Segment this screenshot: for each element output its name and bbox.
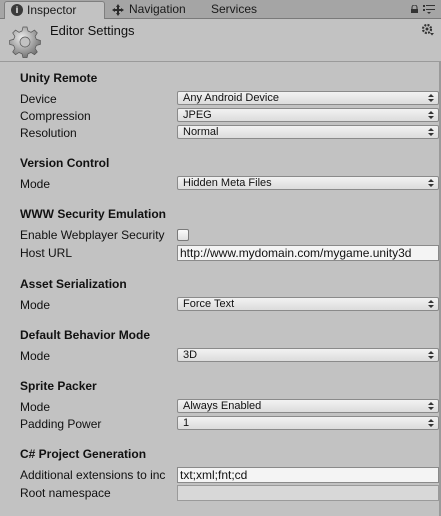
section-www-security: WWW Security Emulation — [20, 207, 167, 221]
sprite-mode-label: Mode — [20, 400, 51, 414]
tab-label: Navigation — [129, 2, 186, 16]
host-url-input[interactable]: http://www.mydomain.com/mygame.unity3d — [177, 245, 439, 261]
device-label: Device — [20, 92, 57, 106]
dropdown-arrows-icon — [428, 179, 434, 187]
host-url-label: Host URL — [20, 246, 73, 260]
enable-webplayer-security-checkbox[interactable] — [177, 229, 189, 241]
vc-mode-label: Mode — [20, 177, 51, 191]
info-icon: i — [11, 4, 23, 16]
enable-webplayer-security-label: Enable Webplayer Security — [20, 228, 165, 242]
device-value: Any Android Device — [183, 92, 279, 104]
resolution-value: Normal — [183, 126, 219, 138]
compression-dropdown[interactable]: JPEG — [177, 108, 439, 122]
navigation-icon — [112, 4, 124, 16]
dropdown-arrows-icon — [428, 419, 434, 427]
lock-icon[interactable] — [410, 5, 419, 13]
section-csharp-project: C# Project Generation — [20, 447, 147, 461]
device-dropdown[interactable]: Any Android Device — [177, 91, 439, 105]
tab-navigation[interactable]: Navigation — [112, 1, 186, 19]
resolution-dropdown[interactable]: Normal — [177, 125, 439, 139]
compression-value: JPEG — [183, 109, 212, 121]
additional-extensions-label: Additional extensions to inc — [20, 468, 166, 482]
inspector-header: Editor Settings — [0, 19, 441, 62]
sprite-mode-dropdown[interactable]: Always Enabled — [177, 399, 439, 413]
section-sprite-packer: Sprite Packer — [20, 379, 97, 393]
dropdown-arrows-icon — [428, 111, 434, 119]
behavior-mode-value: 3D — [183, 349, 198, 361]
serialization-mode-value: Force Text — [183, 298, 235, 310]
dropdown-arrows-icon — [428, 402, 434, 410]
padding-power-value: 1 — [183, 417, 190, 429]
padding-power-dropdown[interactable]: 1 — [177, 416, 439, 430]
behavior-mode-dropdown[interactable]: 3D — [177, 348, 439, 362]
gear-icon — [9, 26, 41, 58]
compression-label: Compression — [20, 109, 91, 123]
dropdown-arrows-icon — [428, 300, 434, 308]
serialization-mode-dropdown[interactable]: Force Text — [177, 297, 439, 311]
resolution-label: Resolution — [20, 126, 77, 140]
vc-mode-dropdown[interactable]: Hidden Meta Files — [177, 176, 439, 190]
dropdown-arrows-icon — [428, 128, 434, 136]
tab-bar: i Inspector Navigation Services — [0, 0, 441, 19]
behavior-mode-label: Mode — [20, 349, 51, 363]
tab-label: Services — [211, 2, 258, 16]
padding-power-label: Padding Power — [20, 417, 102, 431]
root-namespace-label: Root namespace — [20, 486, 111, 500]
settings-gear-icon[interactable] — [421, 23, 434, 36]
menu-icon[interactable] — [423, 4, 435, 14]
serialization-mode-label: Mode — [20, 298, 51, 312]
section-asset-serialization: Asset Serialization — [20, 277, 127, 291]
tab-inspector[interactable]: i Inspector — [4, 1, 105, 19]
dropdown-arrows-icon — [428, 94, 434, 102]
root-namespace-input[interactable] — [177, 485, 439, 501]
sprite-mode-value: Always Enabled — [183, 400, 262, 412]
section-unity-remote: Unity Remote — [20, 71, 98, 85]
additional-extensions-input[interactable]: txt;xml;fnt;cd — [177, 467, 439, 483]
section-version-control: Version Control — [20, 156, 110, 170]
page-title: Editor Settings — [50, 23, 135, 38]
tab-label: Inspector — [27, 3, 77, 17]
section-default-behavior: Default Behavior Mode — [20, 328, 151, 342]
dropdown-arrows-icon — [428, 351, 434, 359]
tab-services[interactable]: Services — [211, 1, 257, 19]
vc-mode-value: Hidden Meta Files — [183, 177, 272, 189]
